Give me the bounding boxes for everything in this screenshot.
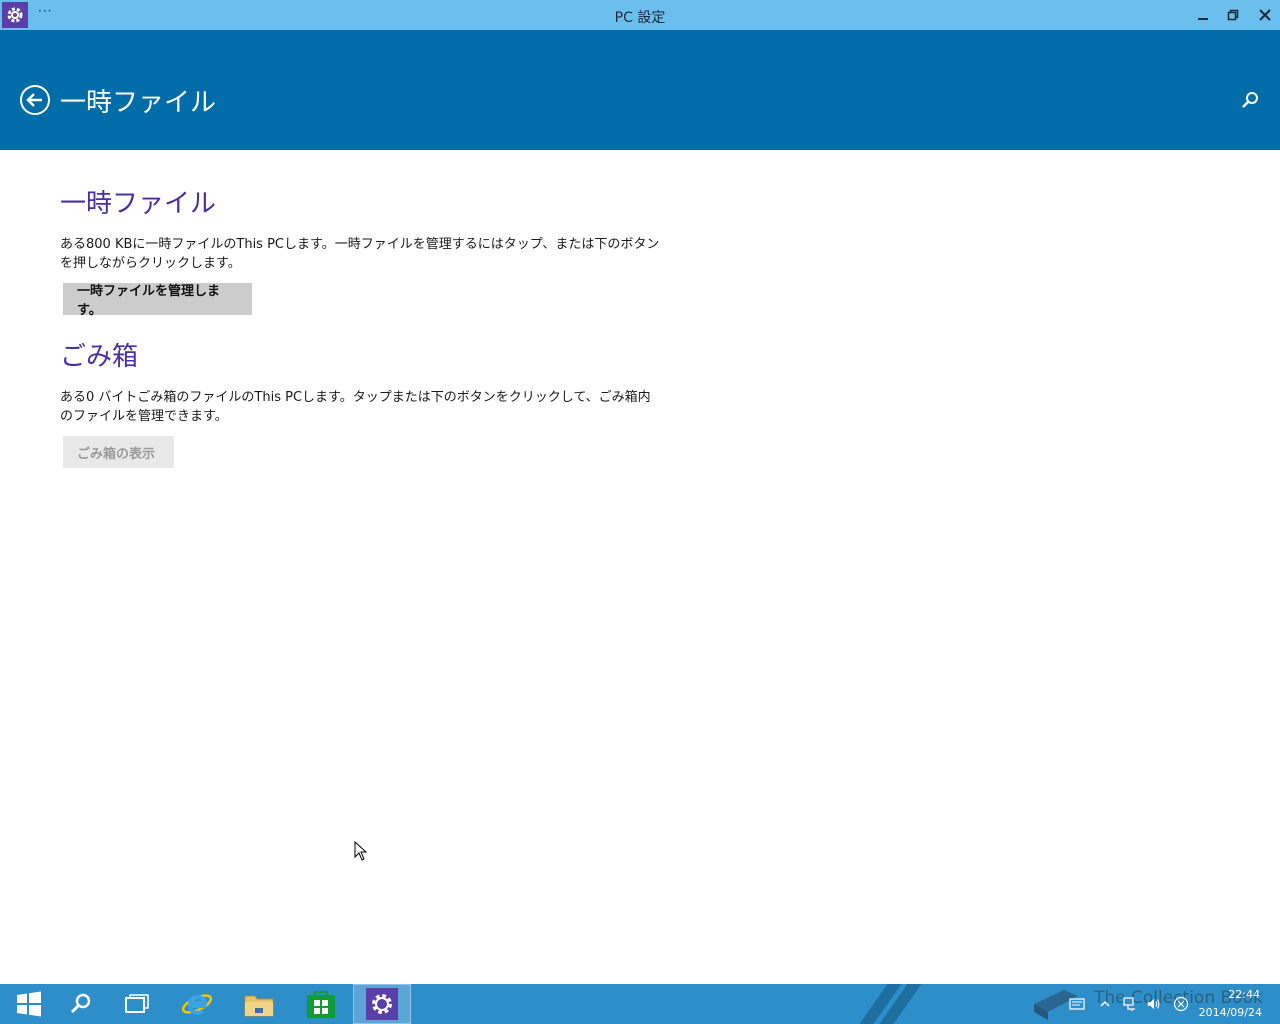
mouse-cursor-icon xyxy=(354,841,368,861)
settings-taskbar-button[interactable] xyxy=(353,984,411,1024)
minimize-button[interactable] xyxy=(1188,0,1218,30)
action-center-button[interactable] xyxy=(1069,996,1085,1012)
network-button[interactable] xyxy=(1122,996,1138,1012)
title-bar: ··· PC 設定 xyxy=(0,0,1280,30)
search-icon xyxy=(70,993,91,1014)
volume-button[interactable] xyxy=(1146,996,1162,1012)
clock-time[interactable]: 22:44 xyxy=(1200,988,1260,1001)
search-button[interactable] xyxy=(1240,90,1260,110)
back-button[interactable] xyxy=(19,84,51,116)
network-icon xyxy=(1123,997,1135,1011)
show-hidden-icons-button[interactable] xyxy=(1097,996,1113,1012)
window-title: PC 設定 xyxy=(614,10,666,26)
status-x-icon xyxy=(1173,996,1189,1012)
start-icon xyxy=(17,991,41,1017)
settings-icon xyxy=(372,994,392,1014)
volume-icon xyxy=(1147,998,1160,1010)
taskbar: The Collection Book 22:44 2014/09/24 xyxy=(0,984,1280,1024)
close-icon xyxy=(1259,9,1271,21)
taskbar-search-button[interactable] xyxy=(52,984,110,1024)
internet-explorer-button[interactable] xyxy=(168,984,226,1024)
manage-temp-files-button[interactable]: 一時ファイルを管理します。 xyxy=(63,283,252,318)
start-button[interactable] xyxy=(0,984,58,1024)
temp-files-heading: 一時ファイル xyxy=(60,189,217,219)
back-arrow-icon xyxy=(20,85,50,115)
chevron-up-icon xyxy=(1100,1000,1110,1007)
store-button[interactable] xyxy=(292,984,350,1024)
task-view-icon xyxy=(125,994,149,1013)
notification-icon xyxy=(1069,998,1085,1010)
recycle-bin-description: ある0 バイトごみ箱のファイルのThis PCします。タップまたは下のボタンをク… xyxy=(60,390,651,424)
file-explorer-icon xyxy=(244,995,274,1017)
recycle-bin-heading: ごみ箱 xyxy=(60,342,139,372)
clock-date[interactable]: 2014/09/24 xyxy=(1196,1006,1262,1019)
restore-icon xyxy=(1227,9,1239,21)
internet-explorer-icon xyxy=(181,994,213,1015)
file-explorer-button[interactable] xyxy=(230,984,288,1024)
status-button[interactable] xyxy=(1173,996,1189,1012)
temp-files-description: ある800 KBに一時ファイルのThis PCします。一時ファイルを管理するには… xyxy=(60,237,660,271)
task-view-button[interactable] xyxy=(108,984,166,1024)
close-button[interactable] xyxy=(1250,0,1280,30)
restore-button[interactable] xyxy=(1218,0,1248,30)
page-header: 一時ファイル xyxy=(0,30,1280,150)
page-title: 一時ファイル xyxy=(60,88,217,118)
show-recycle-bin-button[interactable]: ごみ箱の表示 xyxy=(63,436,174,468)
search-icon xyxy=(1242,92,1258,108)
store-icon xyxy=(307,991,335,1018)
minimize-icon xyxy=(1198,18,1208,20)
